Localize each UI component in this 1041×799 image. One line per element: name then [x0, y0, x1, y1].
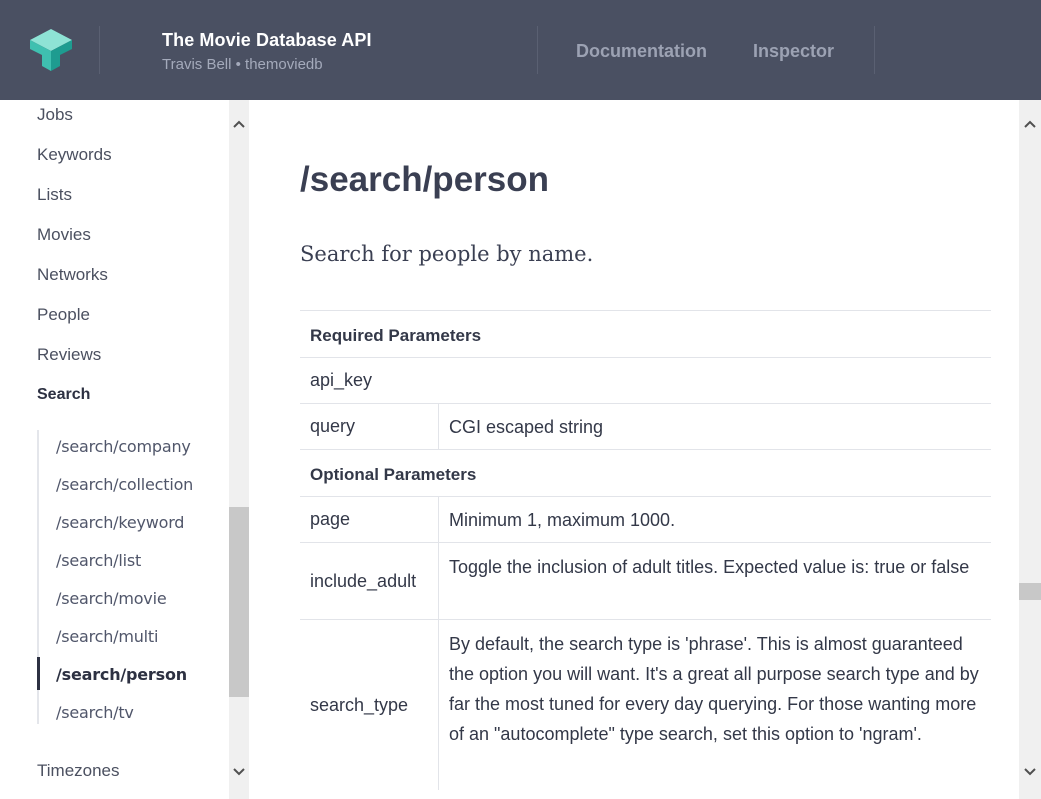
app-title: The Movie Database API — [162, 30, 372, 50]
sidebar-scrollbar-thumb[interactable] — [229, 507, 249, 697]
param-name: query — [300, 404, 439, 449]
sidebar-scroll-up-icon[interactable] — [229, 116, 249, 132]
main-scroll-down-icon[interactable] — [1020, 764, 1040, 780]
table-section-header: Required Parameters — [300, 311, 991, 358]
sidebar-item-search[interactable]: Search — [37, 386, 90, 404]
sidebar-item-lists[interactable]: Lists — [37, 185, 72, 205]
sidebar-subitem-search-collection[interactable]: /search/collection — [56, 475, 193, 494]
sidebar-item-timezones[interactable]: Timezones — [37, 761, 120, 781]
page-description: Search for people by name. — [300, 242, 594, 266]
sidebar-item-movies[interactable]: Movies — [37, 225, 91, 245]
optional-parameters-title: Optional Parameters — [310, 465, 477, 484]
main-content: /search/person Search for people by name… — [249, 100, 1019, 799]
header-divider — [874, 26, 875, 74]
table-row: search_type By default, the search type … — [300, 620, 991, 790]
param-name: search_type — [300, 620, 439, 790]
sidebar-subitem-search-company[interactable]: /search/company — [56, 437, 191, 456]
table-row: api_key — [300, 358, 991, 404]
nav-documentation[interactable]: Documentation — [576, 41, 707, 62]
param-description: By default, the search type is 'phrase'.… — [449, 634, 979, 744]
nav-inspector[interactable]: Inspector — [753, 41, 834, 62]
required-parameters-title: Required Parameters — [310, 326, 482, 345]
sidebar-item-people[interactable]: People — [37, 305, 90, 325]
sidebar-subitem-search-movie[interactable]: /search/movie — [56, 589, 167, 608]
param-description: Minimum 1, maximum 1000. — [449, 510, 676, 530]
top-header: The Movie Database API Travis Bell • the… — [0, 0, 1041, 100]
table-row: include_adult Toggle the inclusion of ad… — [300, 543, 991, 620]
logo-cube-icon[interactable] — [28, 27, 74, 73]
sidebar-subitem-search-tv[interactable]: /search/tv — [56, 703, 134, 722]
table-section-header: Optional Parameters — [300, 450, 991, 497]
sidebar-subitem-search-list[interactable]: /search/list — [56, 551, 141, 570]
param-name: include_adult — [300, 543, 439, 619]
header-divider — [99, 26, 100, 74]
parameters-table: Required Parameters api_key query CGI es… — [300, 310, 991, 790]
submenu-active-indicator — [37, 657, 40, 690]
sidebar-item-keywords[interactable]: Keywords — [37, 145, 112, 165]
sidebar-scroll-down-icon[interactable] — [229, 764, 249, 780]
sidebar-item-jobs[interactable]: Jobs — [37, 105, 73, 125]
app-subtitle: Travis Bell • themoviedb — [162, 56, 323, 73]
main-scrollbar[interactable] — [1019, 100, 1041, 799]
sidebar-subitem-search-person[interactable]: /search/person — [56, 665, 187, 684]
table-row: query CGI escaped string — [300, 404, 991, 450]
sidebar-item-reviews[interactable]: Reviews — [37, 345, 101, 365]
sidebar: Jobs Keywords Lists Movies Networks Peop… — [0, 100, 229, 799]
sidebar-subitem-search-multi[interactable]: /search/multi — [56, 627, 158, 646]
main-scrollbar-thumb[interactable] — [1019, 583, 1041, 600]
param-name: page — [300, 497, 439, 542]
main-scroll-up-icon[interactable] — [1020, 116, 1040, 132]
param-description: Toggle the inclusion of adult titles. Ex… — [449, 557, 970, 577]
param-description: CGI escaped string — [449, 417, 604, 437]
page-title: /search/person — [300, 160, 549, 199]
sidebar-subitem-search-keyword[interactable]: /search/keyword — [56, 513, 184, 532]
sidebar-item-networks[interactable]: Networks — [37, 265, 108, 285]
param-name: api_key — [310, 370, 373, 390]
table-row: page Minimum 1, maximum 1000. — [300, 497, 991, 543]
header-divider — [537, 26, 538, 74]
